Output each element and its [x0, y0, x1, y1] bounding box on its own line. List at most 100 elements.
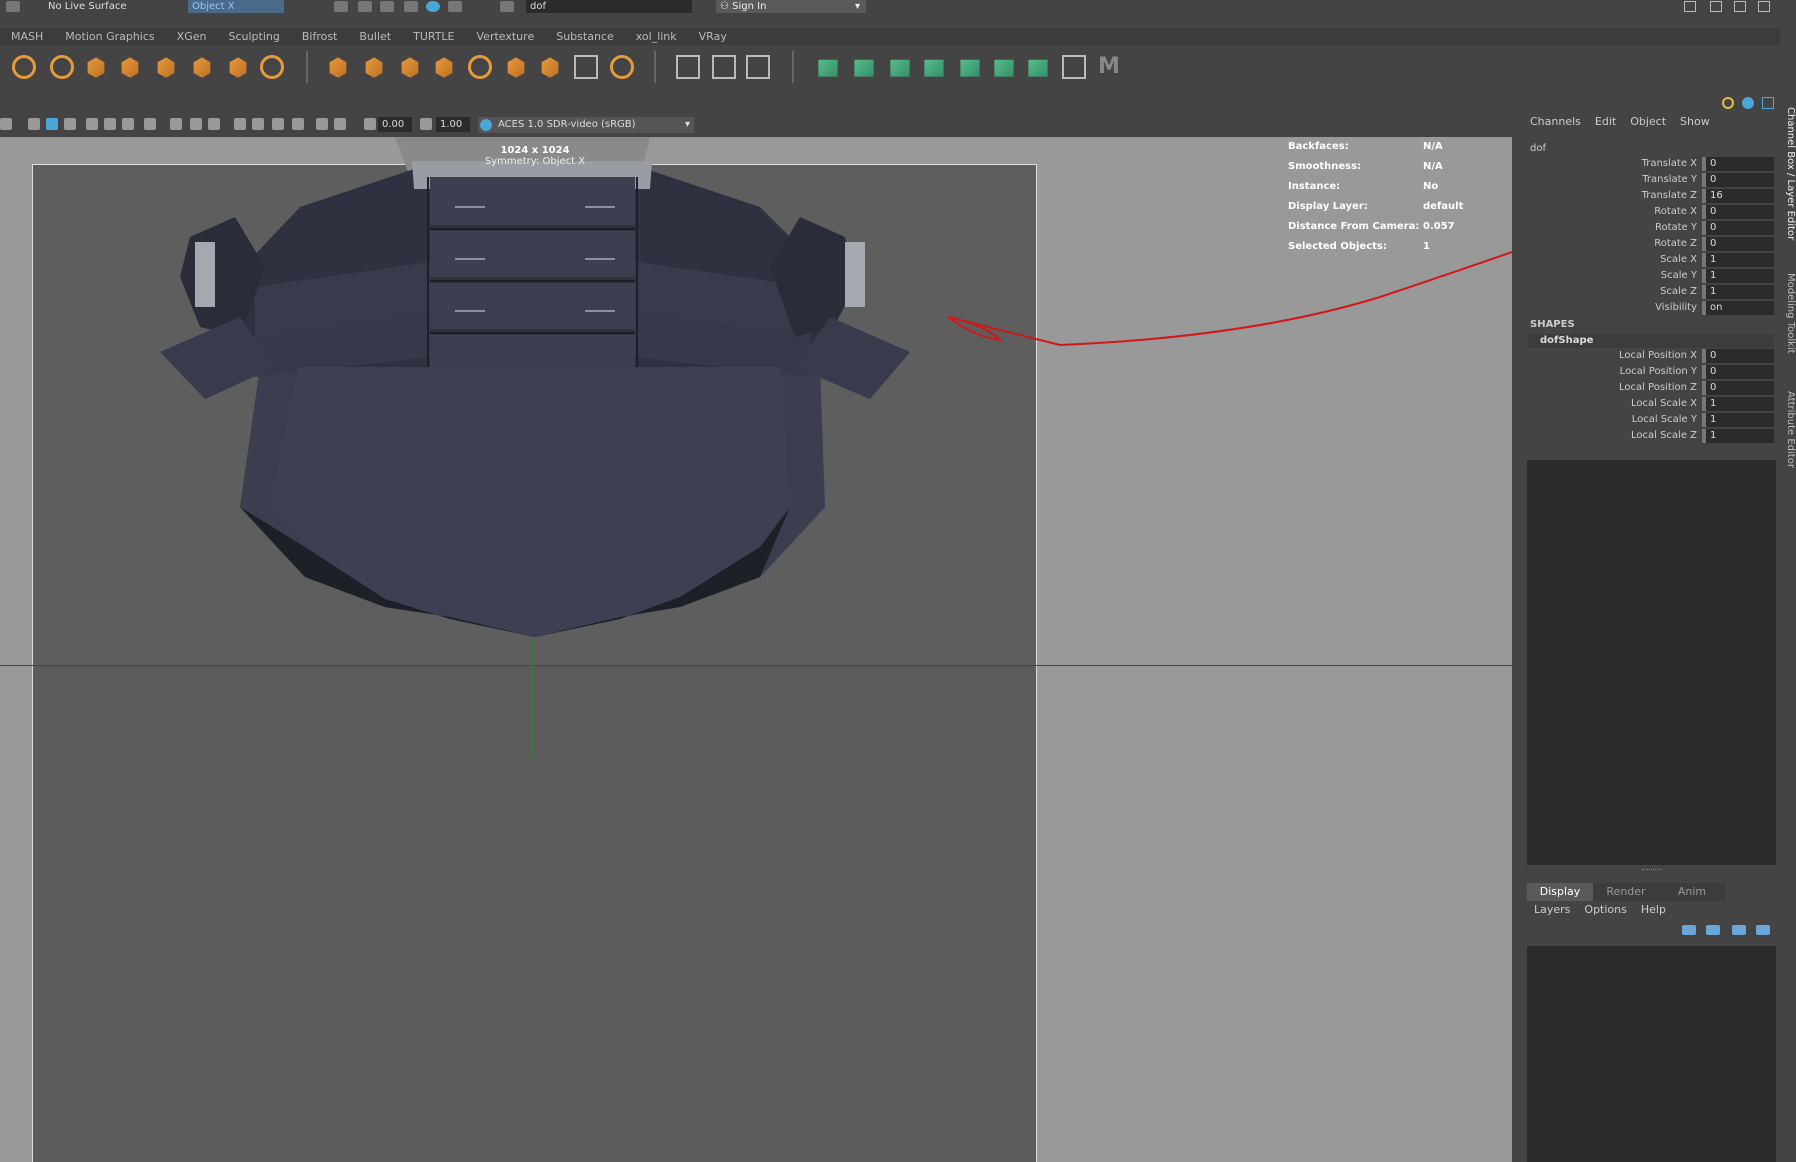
substance-package-icon[interactable]	[924, 59, 944, 77]
channel-rotate-z[interactable]: Rotate Z0	[1522, 236, 1777, 252]
channel-visibility[interactable]: Visibility on	[1522, 300, 1777, 316]
select-mode-icon[interactable]	[6, 1, 20, 12]
modeling-toolkit-toggle-icon[interactable]	[1684, 1, 1696, 12]
vray-box-icon[interactable]	[401, 57, 419, 78]
channel-rotate-x[interactable]: Rotate X0	[1522, 204, 1777, 220]
smooth-shade-icon[interactable]	[46, 118, 58, 130]
xray-icon[interactable]	[252, 118, 264, 130]
tab-anim[interactable]: Anim	[1659, 883, 1725, 901]
sign-in-button[interactable]: ⚇ Sign In ▾	[716, 0, 866, 13]
viewport[interactable]: 1024 x 1024 Symmetry: Object X Backfaces…	[0, 137, 1512, 1162]
channel-translate-z[interactable]: Translate Z 16	[1522, 188, 1777, 204]
use-all-lights-icon[interactable]	[104, 118, 116, 130]
node-name[interactable]: dof	[1530, 143, 1546, 154]
motion-blur-icon[interactable]	[170, 118, 182, 130]
shelf-tab-xgen[interactable]: XGen	[166, 28, 218, 45]
substance-nodes-icon[interactable]	[1028, 59, 1048, 77]
wireframe-icon[interactable]	[28, 118, 40, 130]
color-space-dropdown[interactable]: ACES 1.0 SDR-video (sRGB) ▾	[478, 117, 694, 133]
vray-volume-icon[interactable]	[574, 55, 598, 79]
outliner-toggle-icon[interactable]	[1710, 1, 1722, 12]
depth-of-field-icon[interactable]	[208, 118, 220, 130]
armor-mesh[interactable]	[0, 137, 1512, 1162]
exposure-field[interactable]: 0.00	[378, 117, 412, 132]
render-settings-icon[interactable]	[404, 1, 418, 12]
shelf-tab-sculpting[interactable]: Sculpting	[217, 28, 290, 45]
substance-refresh-icon[interactable]	[960, 59, 980, 77]
live-surface-field[interactable]: No Live Surface	[44, 0, 130, 13]
side-tab-channel-box[interactable]: Channel Box / Layer Editor	[1780, 107, 1796, 240]
shelf-tab-motion-graphics[interactable]: Motion Graphics	[54, 28, 165, 45]
vray-light-icon[interactable]	[121, 57, 139, 78]
vray-scatter-icon[interactable]	[435, 57, 453, 78]
menu-show[interactable]: Show	[1680, 115, 1710, 128]
anti-aliasing-icon[interactable]	[190, 118, 202, 130]
gamma-icon[interactable]	[420, 118, 432, 130]
render-current-icon[interactable]	[358, 1, 372, 12]
channel-rotate-y[interactable]: Rotate Y0	[1522, 220, 1777, 236]
sync-icon[interactable]	[1742, 97, 1754, 109]
vray-proxy-icon[interactable]	[229, 57, 247, 78]
side-tab-modeling-toolkit[interactable]: Modeling Toolkit	[1780, 273, 1796, 354]
exposure-icon[interactable]	[364, 118, 376, 130]
attribute-editor-toggle-icon[interactable]	[1734, 1, 1746, 12]
expand-icon[interactable]	[1762, 97, 1774, 109]
new-layer-selected-icon[interactable]	[1756, 925, 1770, 935]
camera-attributes-icon[interactable]	[316, 118, 328, 130]
vray-dome-light-icon[interactable]	[193, 57, 211, 78]
backface-culling-icon[interactable]	[292, 118, 304, 130]
substance-texture-icon[interactable]	[890, 59, 910, 77]
image-plane-icon[interactable]	[334, 118, 346, 130]
menu-help[interactable]: Help	[1641, 903, 1666, 916]
vray-plane-icon[interactable]	[365, 57, 383, 78]
menu-channels[interactable]: Channels	[1530, 115, 1581, 128]
vray-mesh-light-icon[interactable]	[329, 57, 347, 78]
vray-decal-icon[interactable]	[507, 57, 525, 78]
cut-tool-icon[interactable]	[1062, 55, 1086, 79]
wireframe-on-shaded-icon[interactable]	[64, 118, 76, 130]
shelf-tab-mash[interactable]: MASH	[0, 28, 54, 45]
ambient-occlusion-icon[interactable]	[144, 118, 156, 130]
new-empty-layer-icon[interactable]	[1732, 925, 1746, 935]
channel-translate-y[interactable]: Translate Y0	[1522, 172, 1777, 188]
move-layer-up-icon[interactable]	[1682, 925, 1696, 935]
menu-options[interactable]: Options	[1584, 903, 1626, 916]
channel-translate-x[interactable]: Translate X0	[1522, 156, 1777, 172]
edit-selection-icon[interactable]	[746, 55, 770, 79]
tab-render[interactable]: Render	[1593, 883, 1659, 901]
bounding-box-icon[interactable]	[712, 55, 736, 79]
shelf-tab-bifrost[interactable]: Bifrost	[291, 28, 349, 45]
pencil-icon[interactable]	[676, 55, 700, 79]
channel-box-toggle-icon[interactable]	[1758, 1, 1770, 12]
substance-checker-icon[interactable]	[994, 59, 1014, 77]
tab-display[interactable]: Display	[1527, 883, 1593, 901]
vray-ipr-icon[interactable]	[50, 55, 74, 79]
channel-local-scale-y[interactable]: Local Scale Y1	[1522, 412, 1777, 428]
hypershade-icon[interactable]	[426, 1, 440, 12]
menu-layers[interactable]: Layers	[1534, 903, 1570, 916]
mash-logo-icon[interactable]: M	[1098, 55, 1122, 79]
side-tab-attribute-editor[interactable]: Attribute Editor	[1780, 391, 1796, 468]
menu-edit[interactable]: Edit	[1595, 115, 1616, 128]
vray-frame-buffer-icon[interactable]	[87, 57, 105, 78]
channel-scale-z[interactable]: Scale Z1	[1522, 284, 1777, 300]
vray-sync-icon[interactable]	[260, 55, 284, 79]
channel-local-scale-z[interactable]: Local Scale Z1	[1522, 428, 1777, 444]
shelf-tab-vray[interactable]: VRay	[688, 28, 738, 45]
vray-fur-icon[interactable]	[468, 55, 492, 79]
shelf-tab-turtle[interactable]: TURTLE	[402, 28, 465, 45]
gamma-field[interactable]: 1.00	[436, 117, 470, 132]
shadows-icon[interactable]	[122, 118, 134, 130]
menu-object[interactable]: Object	[1630, 115, 1666, 128]
isolate-select-icon[interactable]	[234, 118, 246, 130]
shelf-tab-xol-link[interactable]: xol_link	[625, 28, 688, 45]
shelf-tab-vertexture[interactable]: Vertexture	[466, 28, 546, 45]
grid-icon[interactable]	[0, 118, 12, 130]
input-mode-icon[interactable]	[500, 1, 514, 12]
name-field[interactable]: dof	[526, 0, 692, 13]
channel-local-scale-x[interactable]: Local Scale X1	[1522, 396, 1777, 412]
channel-local-position-x[interactable]: Local Position X0	[1522, 348, 1777, 364]
symmetry-dropdown[interactable]: Object X	[188, 0, 284, 13]
vray-render-icon[interactable]	[12, 55, 36, 79]
shape-node-name[interactable]: dofShape	[1528, 334, 1774, 348]
